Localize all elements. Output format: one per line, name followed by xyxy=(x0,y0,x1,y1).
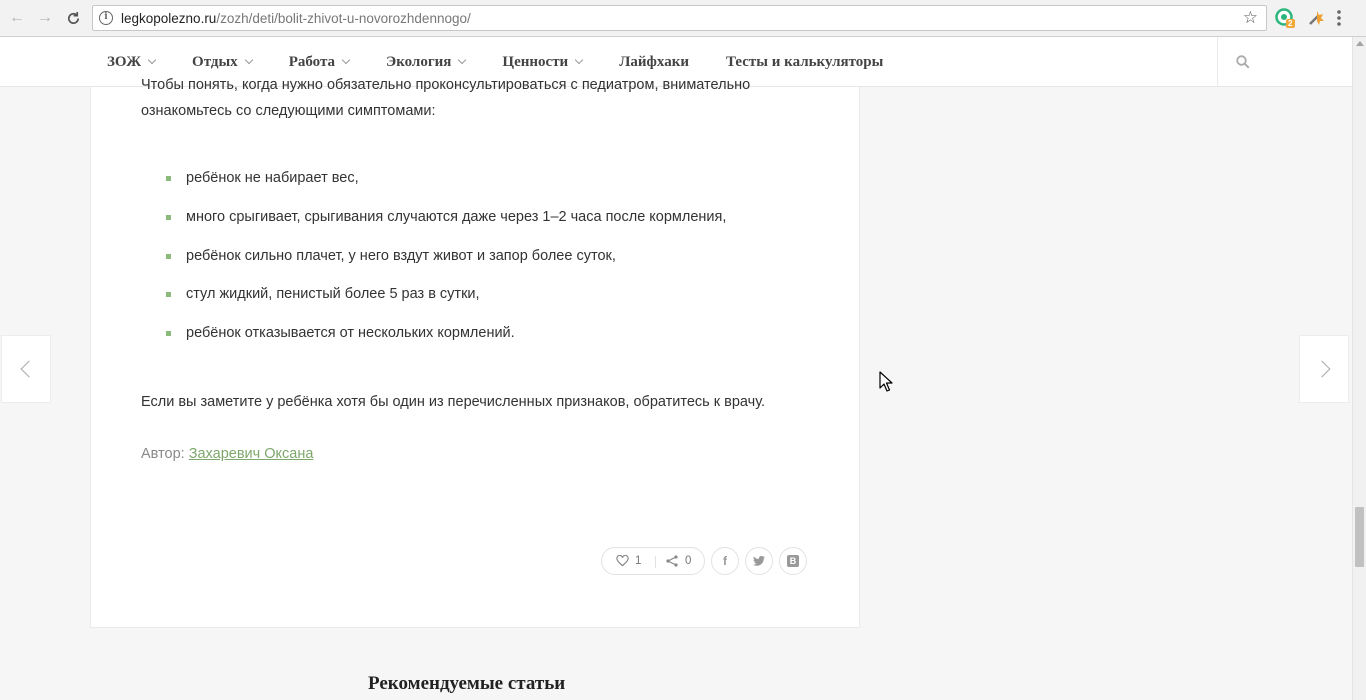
extension-badge: 2 xyxy=(1288,19,1293,28)
menu-item-layfhaki[interactable]: Лайфхаки xyxy=(619,54,689,71)
twitter-icon xyxy=(753,556,765,566)
mouse-cursor-icon xyxy=(879,371,893,392)
pill-divider xyxy=(655,556,656,568)
facebook-share-button[interactable]: f xyxy=(711,547,739,575)
back-arrow-icon[interactable]: ← xyxy=(6,7,28,29)
menu-item-zozh[interactable]: ЗОЖ xyxy=(107,54,157,71)
article-conclusion: Если вы заметите у ребёнка хотя бы один … xyxy=(141,394,766,410)
url-text[interactable]: legkopolezno.ru/zozh/deti/bolit-zhivot-u… xyxy=(121,11,471,26)
menu-item-tsennosti[interactable]: Ценности xyxy=(502,54,584,71)
chevron-down-icon xyxy=(574,55,584,65)
menu-item-rabota[interactable]: Работа xyxy=(289,54,351,71)
menu-item-ekologiya[interactable]: Экология xyxy=(386,54,467,71)
heart-icon xyxy=(616,555,629,567)
chevron-down-icon xyxy=(341,55,351,65)
address-bar[interactable]: i legkopolezno.ru/zozh/deti/bolit-zhivot… xyxy=(92,5,1267,31)
author-link[interactable]: Захаревич Оксана xyxy=(189,446,314,462)
recommended-heading: Рекомендуемые статьи xyxy=(368,673,566,694)
list-item: ребёнок сильно плачет, у него вздут живо… xyxy=(163,243,726,282)
like-share-pill: 1 0 xyxy=(601,547,705,575)
site-info-icon[interactable]: i xyxy=(99,11,113,25)
symptom-list: ребёнок не набирает вес, много срыгивает… xyxy=(163,165,726,359)
list-item: ребёнок отказывается от нескольких кормл… xyxy=(163,320,726,359)
chevron-down-icon xyxy=(244,55,253,65)
share-icon xyxy=(666,555,678,567)
scroll-thumb[interactable] xyxy=(1355,507,1364,567)
list-item: много срыгивает, срыгивания случаются да… xyxy=(163,204,726,243)
like-count: 1 xyxy=(635,555,642,567)
share-count: 0 xyxy=(685,555,692,567)
list-item: ребёнок не набирает вес, xyxy=(163,165,726,204)
reload-icon[interactable] xyxy=(62,7,84,29)
vk-icon: В xyxy=(787,555,799,567)
chevron-down-icon xyxy=(147,55,157,65)
menu-item-otdyh[interactable]: Отдых xyxy=(192,54,253,71)
scroll-up-arrow-icon[interactable] xyxy=(1356,41,1364,46)
search-icon xyxy=(1236,55,1250,69)
facebook-icon: f xyxy=(723,554,727,568)
bookmark-star-icon[interactable]: ☆ xyxy=(1243,8,1258,28)
article-intro: Чтобы понять, когда нужно обязательно пр… xyxy=(141,77,751,119)
chevron-down-icon xyxy=(458,55,467,65)
twitter-share-button[interactable] xyxy=(745,547,773,575)
browser-toolbar: ← → i legkopolezno.ru/zozh/deti/bolit-zh… xyxy=(0,0,1366,37)
chevron-right-icon xyxy=(1313,360,1330,378)
list-item: стул жидкий, пенистый более 5 раз в сутк… xyxy=(163,281,726,320)
grammarly-extension-icon[interactable]: 2 xyxy=(1275,8,1295,28)
author-line: Автор: Захаревич Оксана xyxy=(141,441,313,467)
article-card: Чтобы понять, когда нужно обязательно пр… xyxy=(90,77,860,628)
menu-item-testy[interactable]: Тесты и калькуляторы xyxy=(726,54,883,71)
menu-dots-icon[interactable] xyxy=(1336,9,1356,29)
forward-arrow-icon[interactable]: → xyxy=(34,7,56,29)
prev-article-button[interactable] xyxy=(1,335,51,403)
share-button[interactable]: 0 xyxy=(666,555,691,567)
search-button[interactable] xyxy=(1217,37,1352,87)
tools-extension-icon[interactable] xyxy=(1306,8,1326,28)
chevron-left-icon xyxy=(20,360,37,378)
page-scrollbar[interactable] xyxy=(1352,37,1366,700)
vk-share-button[interactable]: В xyxy=(779,547,807,575)
next-article-button[interactable] xyxy=(1299,335,1349,403)
author-label: Автор: xyxy=(141,446,185,462)
like-button[interactable]: 1 xyxy=(616,555,641,567)
